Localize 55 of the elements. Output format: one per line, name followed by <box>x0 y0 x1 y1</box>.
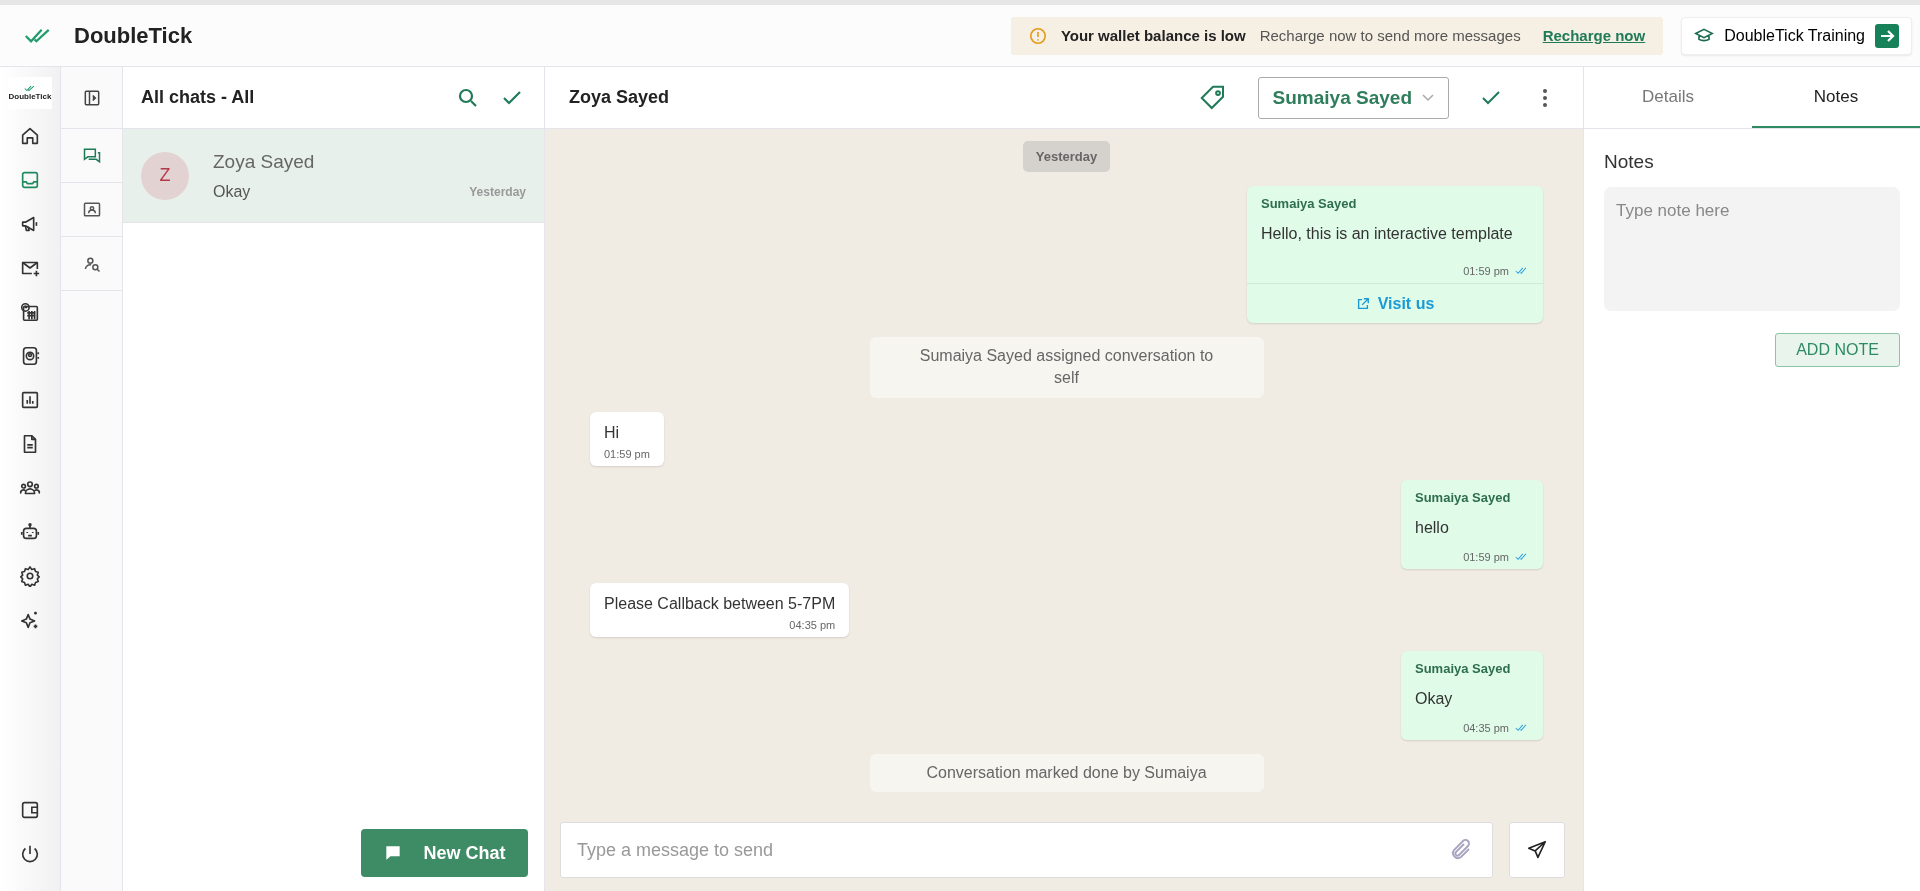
banner-message: Recharge now to send more messages <box>1259 27 1521 44</box>
panel-tab[interactable]: Details <box>1584 67 1752 128</box>
message-text: Hi <box>604 423 621 442</box>
message-time: 01:59 pm <box>1463 550 1509 563</box>
warning-icon <box>1028 26 1047 45</box>
system-message: Sumaiya Sayed assigned conversation to self <box>869 337 1264 398</box>
chat-time: Yesterday <box>469 184 526 199</box>
sender-name: Sumaiya Sayed <box>1261 196 1358 211</box>
training-button[interactable]: DoubleTick Training <box>1681 16 1912 55</box>
new-chat-button[interactable]: New Chat <box>361 829 528 877</box>
calendar-clock-icon <box>19 301 41 323</box>
app-title: DoubleTick <box>74 22 193 49</box>
note-input-field[interactable]: Type note here <box>1604 187 1900 311</box>
home-icon <box>19 125 41 147</box>
message-text: Okay <box>1415 689 1454 708</box>
recharge-link[interactable]: Recharge now <box>1542 27 1646 44</box>
message-input-field[interactable]: Type a message to send <box>560 822 1493 878</box>
sender-name: Sumaiya Sayed <box>1415 489 1512 505</box>
add-note-button[interactable]: ADD NOTE <box>1775 333 1900 367</box>
wallet-icon <box>19 799 41 821</box>
power-icon <box>19 843 41 865</box>
message-text: hello <box>1415 518 1450 537</box>
arrow-right-icon <box>1875 23 1899 48</box>
chat-list-item[interactable]: Z Zoya Sayed Okay Yesterday <box>123 129 544 223</box>
message-time: 04:35 pm <box>789 618 836 631</box>
system-message: Conversation marked done by Sumaiya <box>869 753 1264 793</box>
send-icon <box>1526 839 1548 861</box>
double-check-icon <box>24 85 36 92</box>
avatar-initial: Z <box>141 151 189 200</box>
conversation-title: Zoya Sayed <box>569 87 670 108</box>
message-time: 01:59 pm <box>1463 265 1509 277</box>
send-button[interactable] <box>1509 822 1565 878</box>
caret-icon <box>1422 93 1434 102</box>
visit-us-button[interactable]: Visit us <box>1247 283 1543 323</box>
external-link-icon <box>1355 296 1370 311</box>
bar-chart-icon <box>19 389 41 411</box>
paperclip-icon[interactable] <box>1449 838 1473 862</box>
assignee-dropdown[interactable]: Sumaiya Sayed <box>1257 76 1449 119</box>
panel-tab[interactable]: Notes <box>1752 67 1920 128</box>
contact-name: Zoya Sayed <box>213 150 316 173</box>
sender-name: Sumaiya Sayed <box>1415 660 1512 676</box>
message-text: Hello, this is an interactive template <box>1261 225 1514 243</box>
chat-list-title: All chats - All <box>141 87 255 108</box>
double-check-icon <box>1515 723 1529 732</box>
notes-heading: Notes <box>1604 151 1655 173</box>
banner-title: Your wallet balance is low <box>1060 27 1246 44</box>
message-time: 04:35 pm <box>1463 721 1509 734</box>
message-time: 01:59 pm <box>604 447 650 460</box>
inbox-icon <box>19 169 41 191</box>
double-check-icon <box>1515 267 1529 275</box>
settings-icon <box>19 565 41 587</box>
logo-caption: DoubleTick <box>8 92 52 101</box>
message-text: Please Callback between 5-7PM <box>604 594 836 613</box>
message-preview: Okay <box>213 182 251 201</box>
double-check-icon <box>1515 552 1529 561</box>
